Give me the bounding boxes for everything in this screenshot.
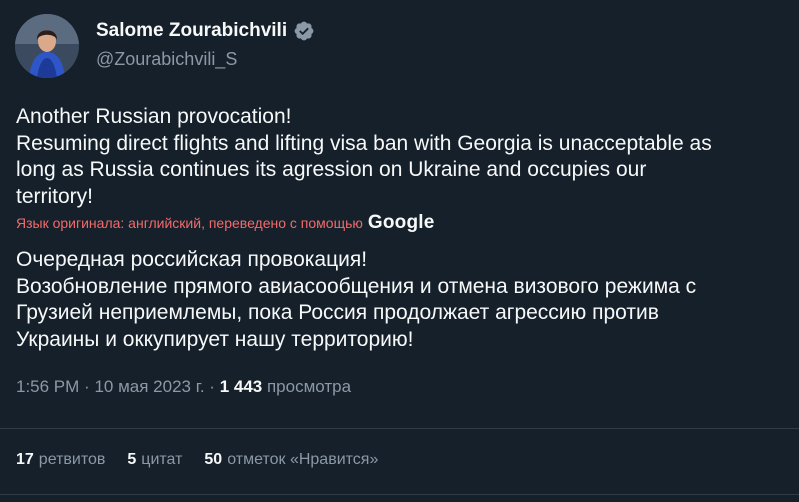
author-name-row: Salome Zourabichvili <box>96 20 315 42</box>
translated-line: Грузией неприемлемы, пока Россия продолж… <box>16 301 659 324</box>
likes-count: 50 <box>204 451 223 468</box>
tweet-meta: 1:56 PM · 10 мая 2023 г. · 1 443 просмот… <box>16 377 351 397</box>
translated-line: Очередная российская провокация! <box>16 248 368 271</box>
translation-notice-link[interactable]: Язык оригинала: английский, переведено с… <box>16 215 363 231</box>
retweets-stat[interactable]: 17 ретвитов <box>16 451 105 469</box>
views-label: просмотра <box>266 377 352 396</box>
tweet-stats: 17 ретвитов 5 цитат 50 отметок «Нравится» <box>16 451 378 469</box>
quotes-count: 5 <box>127 451 137 468</box>
author-name[interactable]: Salome Zourabichvili <box>96 20 287 42</box>
retweets-count: 17 <box>16 451 34 468</box>
verified-badge-icon <box>294 21 314 41</box>
tweet-date[interactable]: 10 мая 2023 г. <box>94 377 204 396</box>
original-line: territory! <box>16 184 94 208</box>
divider <box>0 494 799 495</box>
retweets-label: ретвитов <box>38 451 106 468</box>
tweet-time[interactable]: 1:56 PM <box>16 377 79 396</box>
divider <box>0 428 799 429</box>
author-handle[interactable]: @Zourabichvili_S <box>96 49 237 70</box>
meta-separator: · <box>209 377 215 396</box>
original-line: Resuming direct flights and lifting visa… <box>16 131 712 155</box>
avatar-image <box>15 14 79 78</box>
tweet-original-text: Another Russian provocation! Resuming di… <box>16 104 786 210</box>
tweet-translated-text: Очередная российская провокация! Возобно… <box>16 247 791 353</box>
quotes-label: цитат <box>141 451 183 468</box>
meta-separator: · <box>84 377 90 396</box>
google-logo: Google <box>367 212 435 233</box>
likes-label: отметок «Нравится» <box>227 451 379 468</box>
translated-line: Возобновление прямого авиасообщения и от… <box>16 274 697 298</box>
original-line: Another Russian provocation! <box>16 105 292 128</box>
likes-stat[interactable]: 50 отметок «Нравится» <box>204 451 378 469</box>
quotes-stat[interactable]: 5 цитат <box>127 451 182 469</box>
original-line: long as Russia continues its agression o… <box>16 158 647 181</box>
translated-line: Украины и оккупирует нашу территорию! <box>16 327 414 351</box>
views-count: 1 443 <box>219 377 263 396</box>
author-avatar[interactable] <box>15 14 79 78</box>
translation-notice: Язык оригинала: английский, переведено с… <box>16 212 435 234</box>
